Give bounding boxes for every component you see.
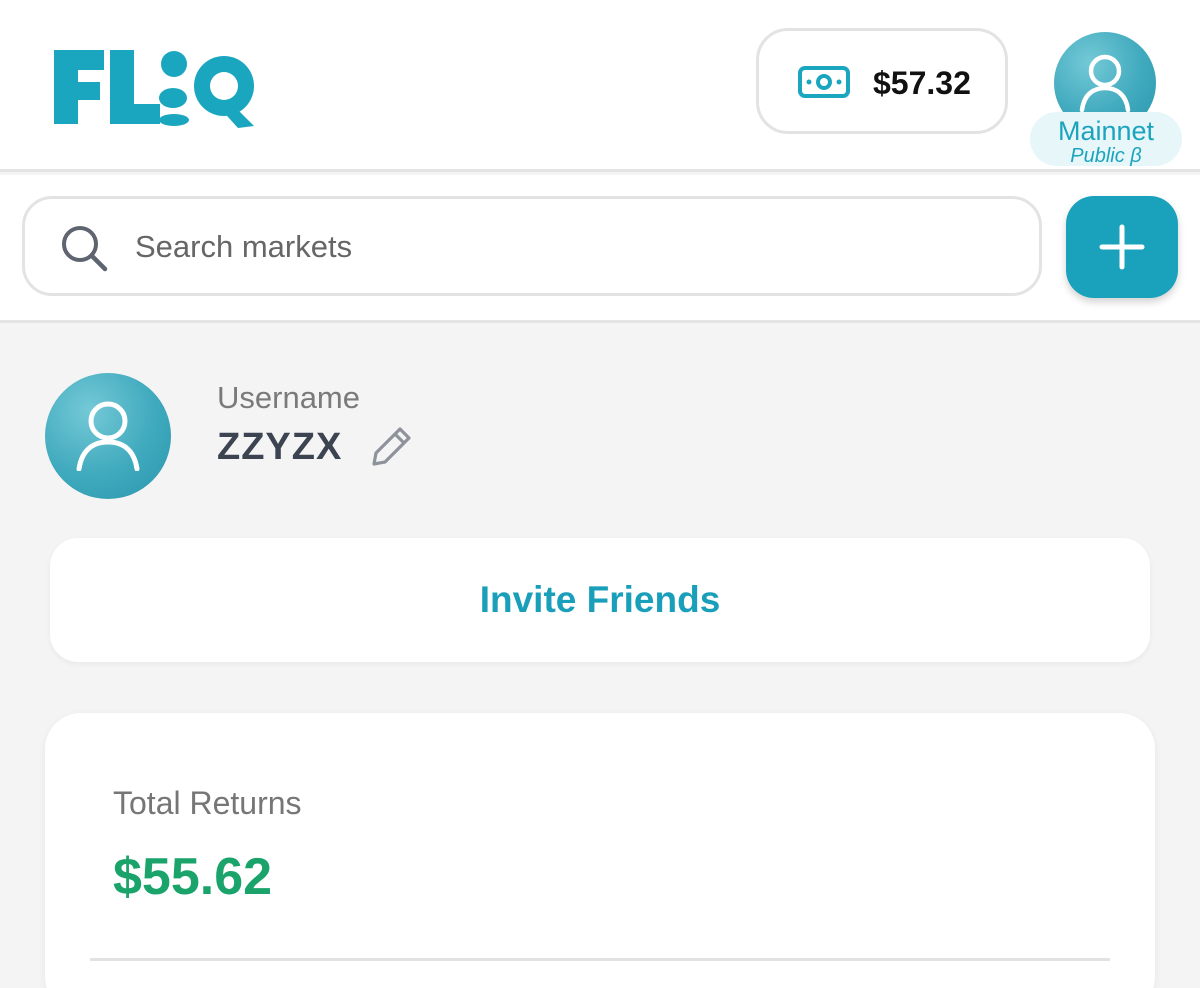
search-icon (62, 226, 108, 272)
user-icon (76, 401, 140, 471)
total-returns-value: $55.62 (113, 848, 273, 906)
cash-icon (798, 66, 850, 98)
user-avatar (45, 373, 171, 499)
search-input[interactable] (135, 219, 1015, 275)
returns-card: Total Returns $55.62 (45, 713, 1155, 988)
username-label: Username (217, 380, 360, 415)
create-market-button[interactable] (1066, 196, 1178, 298)
search-bar-row (0, 175, 1200, 323)
network-subtitle: Public β (1070, 145, 1142, 167)
invite-friends-button[interactable]: Invite Friends (50, 538, 1150, 662)
pencil-icon[interactable] (370, 424, 414, 468)
total-returns-label: Total Returns (113, 785, 302, 821)
wallet-balance-button[interactable]: $57.32 (756, 28, 1008, 134)
divider (90, 958, 1110, 961)
invite-friends-label: Invite Friends (479, 579, 721, 620)
search-box[interactable] (22, 196, 1042, 296)
network-name: Mainnet (1057, 116, 1155, 146)
user-icon (1079, 54, 1131, 112)
wallet-balance-value: $57.32 (873, 65, 971, 101)
fliq-logo[interactable] (52, 44, 262, 130)
plus-icon (1099, 224, 1145, 270)
app-root: $57.32 Mainnet Public β Search markets U… (0, 0, 1200, 988)
top-header: $57.32 Mainnet Public β (0, 0, 1200, 172)
network-badge[interactable]: Mainnet Public β (1030, 112, 1182, 166)
username-value: ZZYZX (217, 426, 343, 468)
